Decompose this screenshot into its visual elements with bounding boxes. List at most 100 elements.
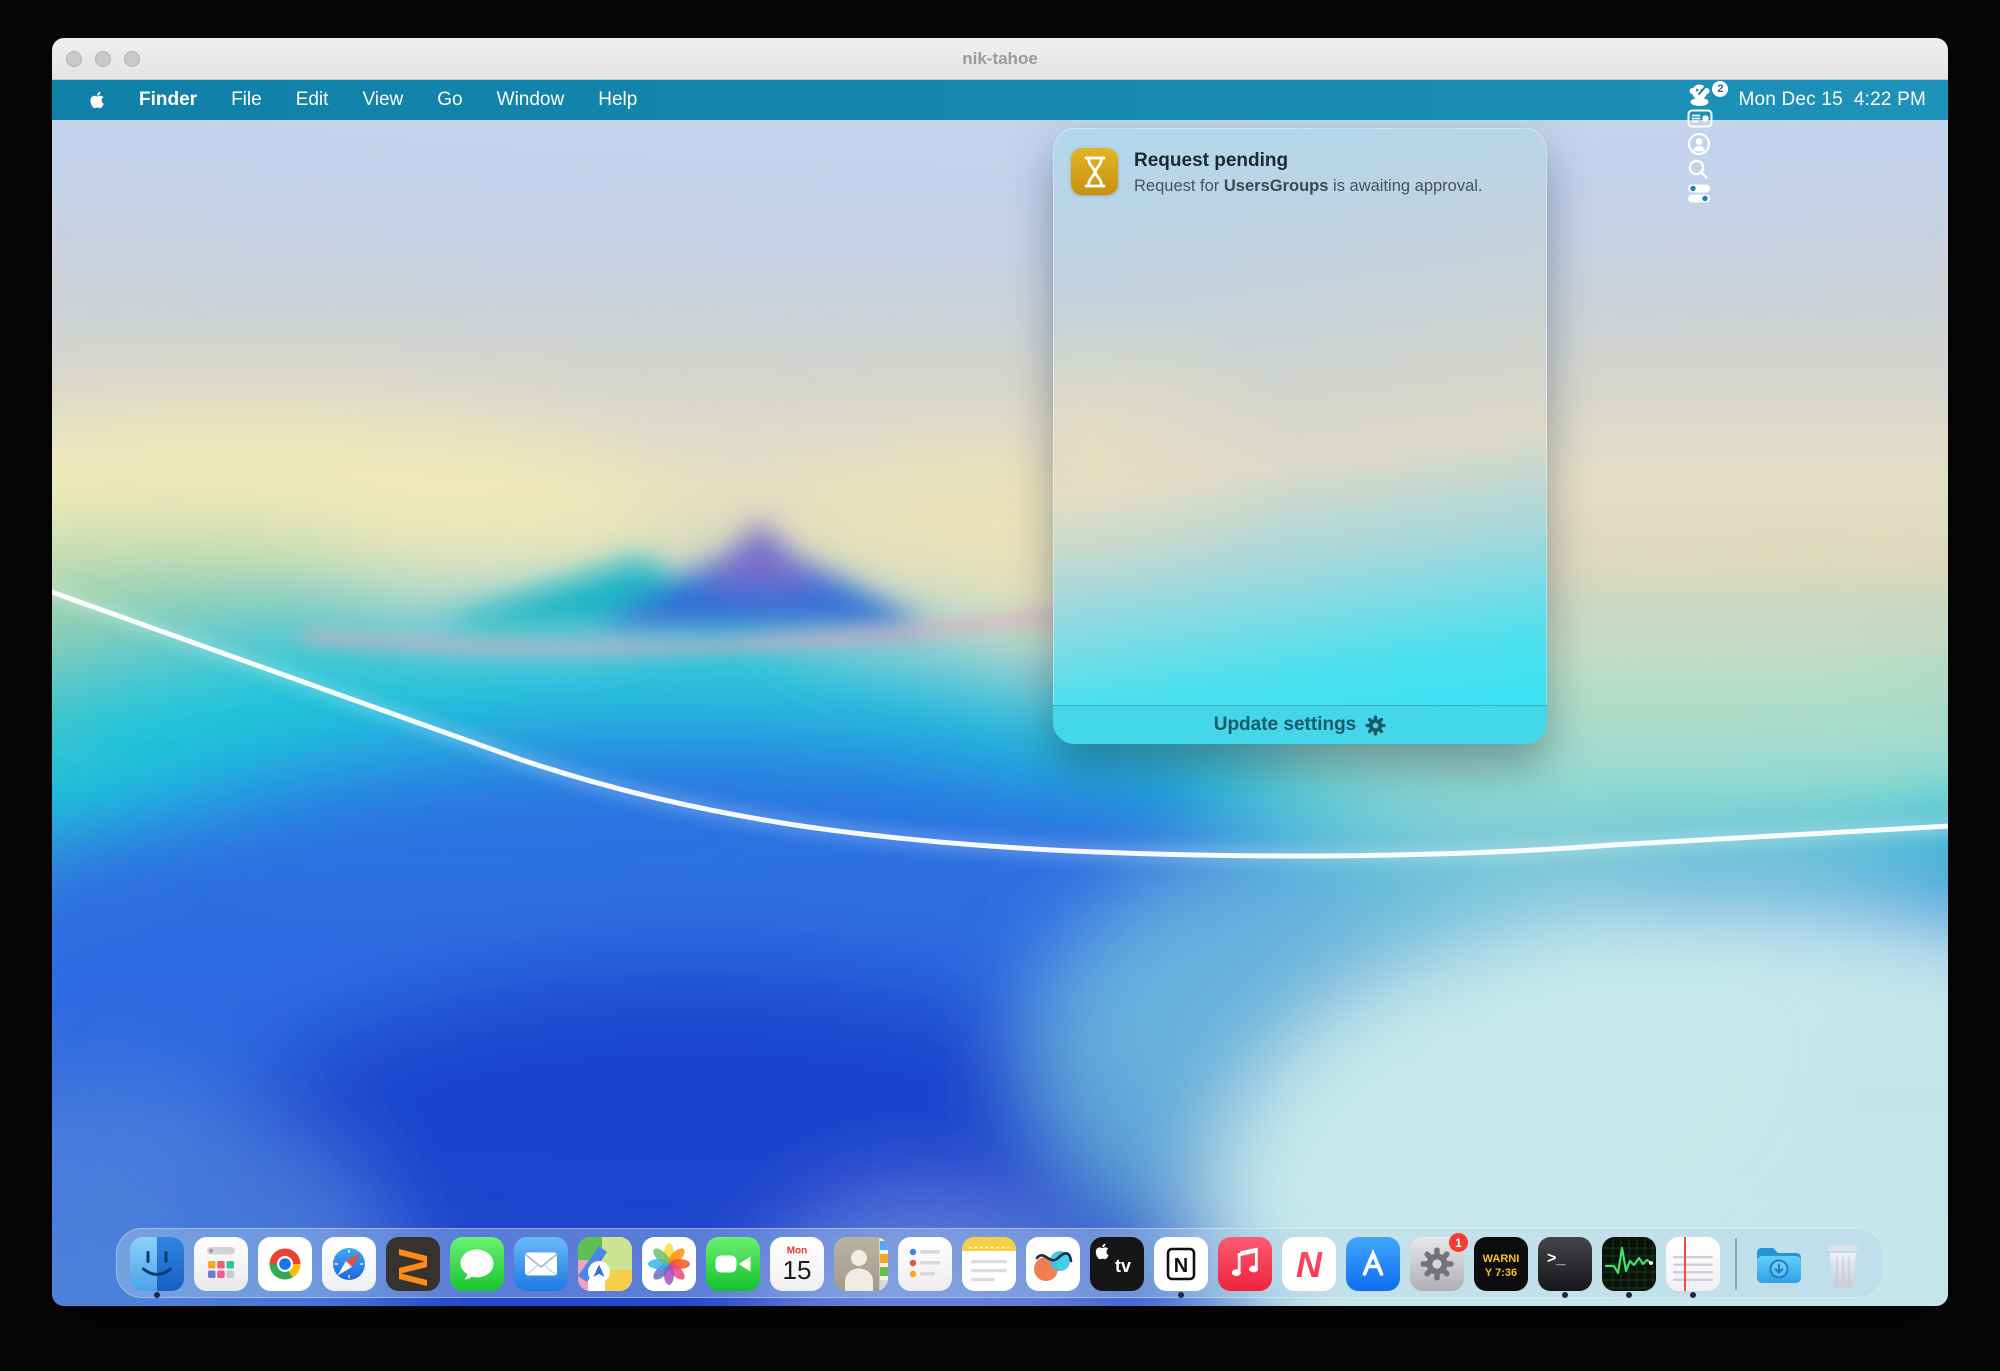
monitor-icon: WARNI Y 7:36	[1473, 1236, 1529, 1292]
dock-item-notion[interactable]: N	[1153, 1236, 1209, 1298]
dock-item-mail[interactable]	[513, 1236, 569, 1298]
dock-item-maps[interactable]	[577, 1236, 633, 1298]
menu-finder[interactable]: Finder	[122, 89, 214, 110]
macos-window: nik-tahoe	[52, 38, 1948, 1306]
dock-item-safari[interactable]	[321, 1236, 377, 1298]
textedit-icon	[1665, 1236, 1721, 1292]
facetime-icon	[705, 1236, 761, 1292]
mail-icon	[513, 1236, 569, 1292]
menubar-assistant-icon[interactable]: 2	[1676, 80, 1730, 106]
hourglass-icon	[1080, 155, 1110, 189]
wallpaper	[52, 80, 1948, 1306]
finder-icon	[129, 1236, 185, 1292]
dock-item-contacts[interactable]	[833, 1236, 889, 1298]
dock-item-trash[interactable]	[1815, 1236, 1871, 1298]
settings-badge: 1	[1449, 1233, 1468, 1252]
dock-item-appstore[interactable]	[1345, 1236, 1401, 1298]
dock-item-notes[interactable]	[961, 1236, 1017, 1298]
appletv-icon: tv	[1089, 1236, 1145, 1292]
svg-text:15: 15	[783, 1255, 812, 1285]
update-settings-label: Update settings	[1214, 714, 1357, 736]
update-settings-button[interactable]: Update settings	[1053, 705, 1547, 744]
dock-item-messages[interactable]	[449, 1236, 505, 1298]
dock-item-sublime[interactable]	[385, 1236, 441, 1298]
messages-icon	[449, 1236, 505, 1292]
menu-window[interactable]: Window	[480, 89, 582, 110]
menu-bar-left: FinderFileEditViewGoWindowHelp	[52, 80, 654, 120]
menu-bar: FinderFileEditViewGoWindowHelp N 2	[52, 80, 1948, 120]
dock-item-news[interactable]: N	[1281, 1236, 1337, 1298]
notification-title: Request pending	[1134, 150, 1483, 172]
notion-icon: N	[1153, 1236, 1209, 1292]
dock-item-launchpad[interactable]	[193, 1236, 249, 1298]
notification-texts: Request pending Request for UsersGroups …	[1134, 148, 1483, 196]
terminal-running-indicator	[1562, 1292, 1568, 1298]
activity-icon	[1601, 1236, 1657, 1292]
dock-item-freeform[interactable]	[1025, 1236, 1081, 1298]
svg-text:WARNI: WARNI	[1483, 1253, 1520, 1265]
dock-item-music[interactable]	[1217, 1236, 1273, 1298]
window-title: nik-tahoe	[52, 38, 1948, 79]
dock-item-chrome[interactable]	[257, 1236, 313, 1298]
apple-menu[interactable]	[72, 80, 122, 120]
launchpad-icon	[193, 1236, 249, 1292]
dock-item-appletv[interactable]: tv	[1089, 1236, 1145, 1298]
dock-item-calendar[interactable]: Mon 15	[769, 1236, 825, 1298]
screen: { "window": { "title": "nik-tahoe" }, "m…	[0, 0, 2000, 1371]
menubar-user-account-icon[interactable]	[1676, 131, 1730, 157]
music-icon	[1217, 1236, 1273, 1292]
menu-go[interactable]: Go	[420, 89, 479, 110]
dock-item-downloads[interactable]	[1751, 1236, 1807, 1298]
calendar-icon: Mon 15	[769, 1236, 825, 1292]
terminal-icon: >_	[1537, 1236, 1593, 1292]
activity-running-indicator	[1626, 1292, 1632, 1298]
dock-item-reminders[interactable]	[897, 1236, 953, 1298]
menu-bar-clock[interactable]: Mon Dec 15 4:22 PM	[1738, 89, 1926, 111]
news-icon: N	[1281, 1236, 1337, 1292]
dock-item-settings[interactable]: 1	[1409, 1236, 1465, 1298]
notification-body-prefix: Request for	[1134, 177, 1224, 195]
menubar-control-center-icon[interactable]	[1676, 181, 1730, 205]
chrome-icon	[257, 1236, 313, 1292]
menu-help[interactable]: Help	[581, 89, 654, 110]
menu-view[interactable]: View	[345, 89, 420, 110]
notification-body-bold: UsersGroups	[1224, 177, 1329, 195]
dock-divider	[1735, 1238, 1737, 1290]
sublime-icon	[385, 1236, 441, 1292]
gear-icon	[1365, 715, 1386, 736]
svg-text:tv: tv	[1115, 1256, 1131, 1276]
svg-text:N: N	[1174, 1255, 1188, 1277]
notification-header: Request pending Request for UsersGroups …	[1071, 148, 1533, 196]
dock-item-activity[interactable]	[1601, 1236, 1657, 1298]
notes-icon	[961, 1236, 1017, 1292]
safari-icon	[321, 1236, 377, 1292]
dock-item-finder[interactable]	[129, 1236, 185, 1298]
dock-item-monitor[interactable]: WARNI Y 7:36	[1473, 1236, 1529, 1298]
menu-edit[interactable]: Edit	[279, 89, 346, 110]
menubar-input-switcher-icon[interactable]	[1676, 106, 1730, 131]
textedit-running-indicator	[1690, 1292, 1696, 1298]
freeform-icon	[1025, 1236, 1081, 1292]
appstore-icon	[1345, 1236, 1401, 1292]
contacts-icon	[833, 1236, 889, 1292]
menubar-spotlight-icon[interactable]	[1676, 157, 1730, 181]
dock: Mon 15 tv N N 1 WARNI Y 7:36 >_	[116, 1228, 1884, 1298]
svg-text:Y 7:36: Y 7:36	[1485, 1267, 1517, 1279]
menu-bar-right: N 2 Mon Dec 15 4:22 PM	[1676, 80, 1948, 120]
notification-body-suffix: is awaiting approval.	[1328, 177, 1482, 195]
window-titlebar[interactable]: nik-tahoe	[52, 38, 1948, 80]
dock-item-facetime[interactable]	[705, 1236, 761, 1298]
notification-panel[interactable]: Request pending Request for UsersGroups …	[1053, 128, 1547, 744]
svg-text:>_: >_	[1547, 1250, 1566, 1267]
trash-icon	[1815, 1236, 1871, 1292]
apple-icon	[86, 89, 108, 111]
dock-item-terminal[interactable]: >_	[1537, 1236, 1593, 1298]
app-menus: FinderFileEditViewGoWindowHelp	[122, 80, 654, 120]
dock-item-textedit[interactable]	[1665, 1236, 1721, 1298]
photos-icon	[641, 1236, 697, 1292]
dock-item-photos[interactable]	[641, 1236, 697, 1298]
menu-file[interactable]: File	[214, 89, 279, 110]
menu-bar-extras: N 2	[1676, 80, 1730, 205]
hourglass-tile	[1071, 148, 1118, 195]
notion-running-indicator	[1178, 1292, 1184, 1298]
